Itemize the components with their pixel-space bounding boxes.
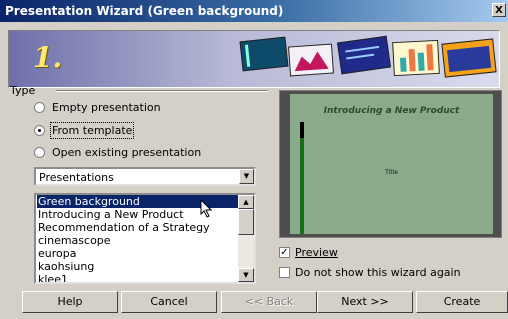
back-button[interactable]: << Back (221, 291, 317, 313)
dont-show-again-label: Do not show this wizard again (295, 266, 461, 279)
template-category-select[interactable]: Presentations ▼ (34, 167, 256, 186)
preview-accent-bar (300, 122, 304, 234)
template-preview-pane: Introducing a New Product Title (279, 90, 502, 238)
list-item[interactable]: kaohsiung (37, 260, 94, 273)
list-item[interactable]: Introducing a New Product (37, 208, 184, 221)
radio-empty-indicator[interactable] (34, 102, 45, 113)
preview-accent-bar-dark (300, 122, 304, 138)
list-item[interactable]: klee1 (37, 273, 68, 282)
window-title: Presentation Wizard (Green background) (5, 4, 284, 18)
cancel-button[interactable]: Cancel (121, 291, 217, 313)
list-item[interactable]: Recommendation of a Strategy (37, 221, 210, 234)
preview-checkbox-label: Preview (295, 246, 338, 259)
radio-empty-presentation[interactable]: Empty presentation (34, 101, 161, 114)
preview-slide: Introducing a New Product Title (290, 94, 493, 234)
chevron-down-icon[interactable]: ▼ (239, 169, 254, 184)
preview-slide-title: Introducing a New Product (323, 106, 460, 116)
next-button[interactable]: Next >> (317, 291, 413, 313)
wizard-banner: 1. (8, 30, 500, 88)
create-button[interactable]: Create (416, 291, 508, 313)
preview-slide-subtitle: Title (385, 169, 398, 176)
type-group-divider (56, 90, 268, 92)
title-bar: Presentation Wizard (Green background) X (0, 0, 508, 22)
radio-template-indicator[interactable] (34, 125, 45, 136)
preview-checkbox[interactable]: ✓ Preview (279, 246, 338, 259)
help-button[interactable]: Help (22, 291, 118, 313)
radio-open-existing[interactable]: Open existing presentation (34, 146, 201, 159)
radio-open-indicator[interactable] (34, 147, 45, 158)
banner-slide-blue-icon (337, 35, 391, 75)
template-list[interactable]: Green background Introducing a New Produ… (34, 193, 256, 284)
banner-slide-bars-icon (392, 39, 440, 77)
template-category-value: Presentations (39, 171, 114, 184)
list-item[interactable]: cinemascope (37, 234, 111, 247)
radio-empty-label: Empty presentation (52, 101, 161, 114)
dont-show-checkbox-indicator[interactable] (279, 267, 290, 278)
list-item[interactable]: europa (37, 247, 76, 260)
banner-slide-dark-icon (239, 36, 289, 72)
radio-from-template[interactable]: From template (34, 122, 135, 139)
banner-slide-chart-icon (288, 43, 334, 77)
scroll-up-icon[interactable]: ▲ (238, 195, 254, 209)
scroll-down-icon[interactable]: ▼ (238, 268, 254, 282)
radio-template-label: From template (49, 122, 135, 139)
type-group-label: Type (10, 84, 36, 97)
template-list-scrollbar[interactable]: ▲ ▼ (238, 195, 254, 282)
checkmark-icon[interactable]: ✓ (279, 247, 290, 258)
scroll-thumb[interactable] (238, 209, 254, 235)
close-button[interactable]: X (492, 3, 506, 17)
banner-slide-orange-icon (441, 38, 497, 78)
radio-open-label: Open existing presentation (52, 146, 202, 159)
dont-show-again-checkbox[interactable]: Do not show this wizard again (279, 266, 461, 279)
mouse-cursor-icon (200, 199, 213, 218)
step-number: 1. (33, 41, 63, 74)
